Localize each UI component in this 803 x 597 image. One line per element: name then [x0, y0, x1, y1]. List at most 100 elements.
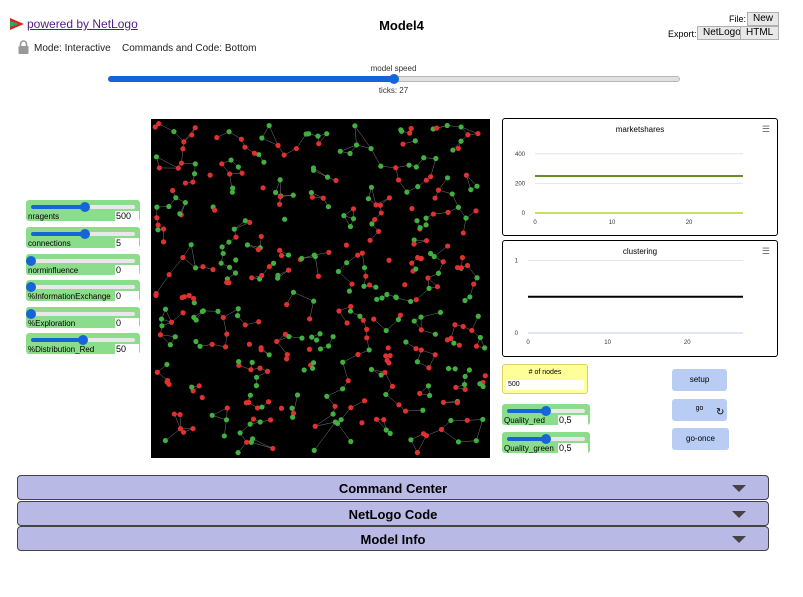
slider-information-exchange[interactable]: %InformationExchange 0 — [26, 280, 140, 301]
agent-node — [373, 202, 379, 208]
slider-label: %Distribution_Red — [28, 345, 95, 354]
slider-value[interactable]: 0 — [115, 291, 139, 301]
agent-node — [366, 347, 372, 353]
slider-distribution-red[interactable]: %Distribution_Red 50 — [26, 333, 140, 354]
agent-node — [193, 338, 199, 345]
agent-node — [482, 345, 488, 351]
agent-node — [361, 283, 367, 289]
slider-value[interactable]: 50 — [115, 344, 139, 354]
slider-quality-red[interactable]: Quality_red 0,5 — [502, 404, 590, 425]
agent-node — [357, 313, 363, 319]
hamburger-icon[interactable]: ☰ — [762, 246, 770, 257]
agent-node — [340, 359, 346, 365]
slider-thumb[interactable] — [26, 282, 36, 292]
lock-icon[interactable] — [18, 40, 29, 54]
agent-node — [343, 242, 350, 248]
slider-fill — [31, 205, 86, 209]
agent-node — [368, 184, 375, 190]
agent-node — [408, 437, 414, 443]
slider-label: norminfluence — [28, 266, 79, 275]
y-tick-label: 1 — [515, 259, 519, 265]
network-link — [342, 362, 349, 381]
slider-value[interactable]: 0,5 — [558, 415, 588, 425]
agent-node — [277, 194, 283, 200]
agent-node — [428, 174, 434, 180]
agent-node — [364, 335, 370, 341]
agent-node — [368, 366, 375, 373]
agent-node — [369, 221, 375, 227]
slider-thumb[interactable] — [78, 335, 88, 345]
agent-node — [162, 437, 168, 444]
agent-node — [243, 400, 249, 406]
slider-nragents[interactable]: nragents 500 — [26, 200, 140, 221]
slider-thumb[interactable] — [541, 406, 551, 416]
agent-node — [209, 412, 215, 418]
slider-thumb[interactable] — [26, 256, 36, 266]
agent-node — [348, 405, 354, 411]
export-html-button[interactable]: HTML — [740, 26, 780, 40]
slider-value[interactable]: 0 — [115, 318, 139, 328]
agent-node — [423, 222, 429, 228]
agent-node — [189, 132, 195, 138]
setup-button[interactable]: setup — [672, 369, 727, 391]
slider-value[interactable]: 0,5 — [558, 443, 588, 453]
agent-node — [266, 123, 272, 129]
agent-node — [460, 323, 466, 330]
agent-node — [384, 291, 390, 298]
agent-node — [180, 146, 186, 152]
slider-value[interactable]: 5 — [115, 238, 139, 248]
slider-label: Quality_red — [504, 416, 545, 425]
agent-node — [365, 196, 372, 202]
slider-connections[interactable]: connections 5 — [26, 227, 140, 248]
command-center-panel[interactable]: Command Center — [17, 475, 769, 500]
model-speed-thumb[interactable] — [389, 74, 399, 84]
agent-node — [309, 334, 315, 340]
chevron-down-icon[interactable] — [732, 511, 746, 518]
slider-quality-green[interactable]: Quality_green 0,5 — [502, 432, 590, 453]
chevron-down-icon[interactable] — [732, 536, 746, 543]
agent-node — [313, 337, 320, 343]
powered-by-netlogo-link[interactable]: powered by NetLogo — [10, 17, 138, 31]
agent-node — [368, 146, 374, 152]
slider-exploration[interactable]: %Exploration 0 — [26, 307, 140, 328]
agent-node — [417, 225, 423, 231]
agent-node — [220, 314, 226, 321]
model-info-panel[interactable]: Model Info — [17, 526, 769, 551]
agent-node — [277, 177, 283, 183]
slider-norminfluence[interactable]: norminfluence 0 — [26, 254, 140, 275]
agent-node — [299, 335, 305, 341]
plot-title: clustering — [622, 247, 658, 256]
agent-node — [247, 219, 253, 225]
world-view[interactable] — [151, 119, 490, 458]
slider-value[interactable]: 0 — [115, 265, 139, 275]
agent-node — [333, 177, 339, 184]
agent-node — [222, 344, 229, 350]
x-tick-label: 0 — [526, 340, 530, 346]
agent-node — [338, 417, 344, 423]
network-link — [293, 394, 298, 414]
slider-thumb[interactable] — [80, 202, 91, 212]
hamburger-icon[interactable]: ☰ — [762, 124, 770, 135]
slider-thumb[interactable] — [541, 434, 551, 444]
plot-clustering-canvas: 100 10 20 — [515, 259, 743, 346]
agent-node — [395, 177, 402, 183]
go-once-button[interactable]: go-once — [672, 428, 729, 450]
agent-node — [228, 157, 234, 163]
slider-thumb[interactable] — [80, 229, 91, 239]
powered-by-text[interactable]: powered by NetLogo — [27, 17, 138, 31]
agent-node — [437, 309, 444, 316]
new-button[interactable]: New — [747, 12, 780, 26]
agent-node — [444, 175, 451, 181]
agent-node — [353, 142, 360, 148]
slider-value[interactable]: 500 — [115, 211, 139, 221]
netlogo-code-panel[interactable]: NetLogo Code — [17, 501, 769, 526]
chevron-down-icon[interactable] — [732, 485, 746, 492]
network-link — [441, 429, 459, 443]
network-link — [155, 274, 170, 294]
slider-thumb[interactable] — [26, 309, 36, 319]
agent-node — [285, 252, 292, 258]
agent-node — [423, 433, 429, 439]
agent-node — [458, 265, 464, 271]
agent-node — [355, 351, 361, 358]
agent-node — [237, 430, 243, 436]
